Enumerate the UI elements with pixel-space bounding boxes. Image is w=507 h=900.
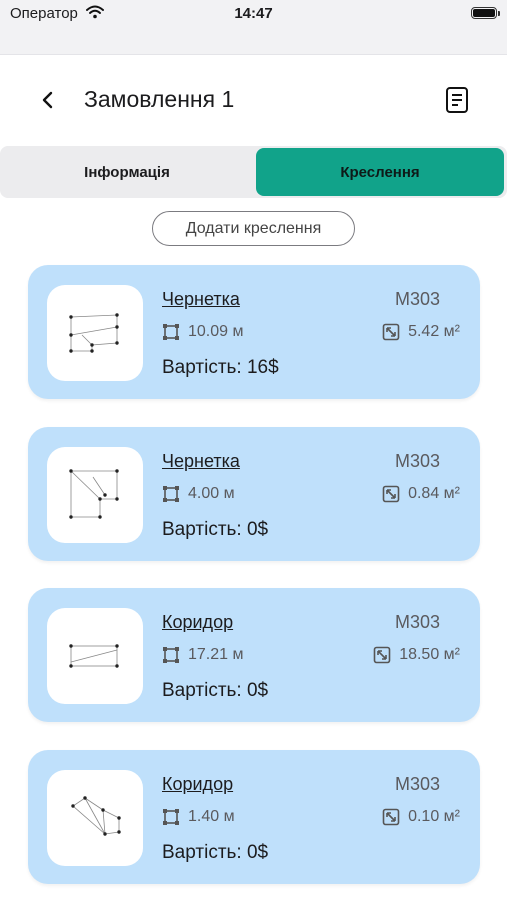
drawing-name[interactable]: Коридор	[162, 612, 233, 633]
area-value: 18.50 м²	[399, 646, 460, 663]
perimeter-info: 4.00 м	[162, 485, 235, 503]
drawing-card[interactable]: Коридор M303 17.21 м 18.50 м² Вартість: …	[28, 588, 480, 722]
area-icon	[373, 646, 391, 664]
tab-information[interactable]: Інформація	[0, 146, 254, 198]
area-icon	[382, 485, 400, 503]
perimeter-icon	[163, 809, 179, 825]
perimeter-info: 10.09 м	[162, 323, 243, 341]
battery-icon	[471, 7, 500, 19]
chevron-left-icon	[42, 91, 53, 109]
status-time: 14:47	[234, 5, 273, 22]
drawing-card[interactable]: Чернетка M303 4.00 м 0.84 м² Вартість: 0…	[28, 427, 480, 561]
tab-bar: Інформація Креслення	[0, 146, 507, 198]
status-bar: Оператор 14:47	[0, 0, 507, 55]
drawing-code: M303	[394, 451, 440, 471]
perimeter-icon	[163, 486, 179, 502]
area-icon	[382, 808, 400, 826]
perimeter-value: 4.00 м	[188, 485, 235, 502]
header: Замовлення 1	[0, 72, 507, 128]
drawing-cost: Вартість: 0$	[162, 519, 269, 540]
drawing-code: M303	[394, 774, 440, 794]
document-icon	[446, 87, 468, 113]
drawing-code: M303	[394, 612, 440, 632]
drawing-cost: Вартість: 16$	[162, 357, 279, 378]
drawing-name[interactable]: Чернетка	[162, 289, 240, 310]
add-drawing-button[interactable]: Додати креслення	[152, 211, 355, 246]
perimeter-icon	[163, 324, 179, 340]
tab-drawings[interactable]: Креслення	[256, 148, 504, 196]
drawing-thumbnail	[47, 285, 143, 381]
perimeter-info: 17.21 м	[162, 646, 243, 664]
drawing-cost: Вартість: 0$	[162, 842, 269, 863]
area-icon	[382, 323, 400, 341]
perimeter-value: 1.40 м	[188, 808, 235, 825]
area-info: 0.10 м²	[382, 808, 460, 826]
area-value: 5.42 м²	[408, 323, 460, 340]
back-button[interactable]	[34, 86, 62, 114]
drawing-card[interactable]: Чернетка M303 10.09 м 5.42 м² Вартість: …	[28, 265, 480, 399]
drawing-code: M303	[394, 289, 440, 309]
drawing-cost: Вартість: 0$	[162, 680, 269, 701]
area-info: 0.84 м²	[382, 485, 460, 503]
drawing-name[interactable]: Чернетка	[162, 451, 240, 472]
drawing-card[interactable]: Коридор M303 1.40 м 0.10 м² Вартість: 0$	[28, 750, 480, 884]
perimeter-value: 17.21 м	[188, 646, 244, 663]
document-button[interactable]	[442, 84, 472, 116]
area-info: 18.50 м²	[373, 646, 460, 664]
perimeter-info: 1.40 м	[162, 808, 235, 826]
drawing-thumbnail	[47, 770, 143, 866]
perimeter-value: 10.09 м	[188, 323, 244, 340]
drawing-thumbnail	[47, 447, 143, 543]
drawing-name[interactable]: Коридор	[162, 774, 233, 795]
area-value: 0.10 м²	[408, 808, 460, 825]
drawing-thumbnail	[47, 608, 143, 704]
perimeter-icon	[163, 647, 179, 663]
area-info: 5.42 м²	[382, 323, 460, 341]
page-title: Замовлення 1	[84, 86, 235, 112]
area-value: 0.84 м²	[408, 485, 460, 502]
